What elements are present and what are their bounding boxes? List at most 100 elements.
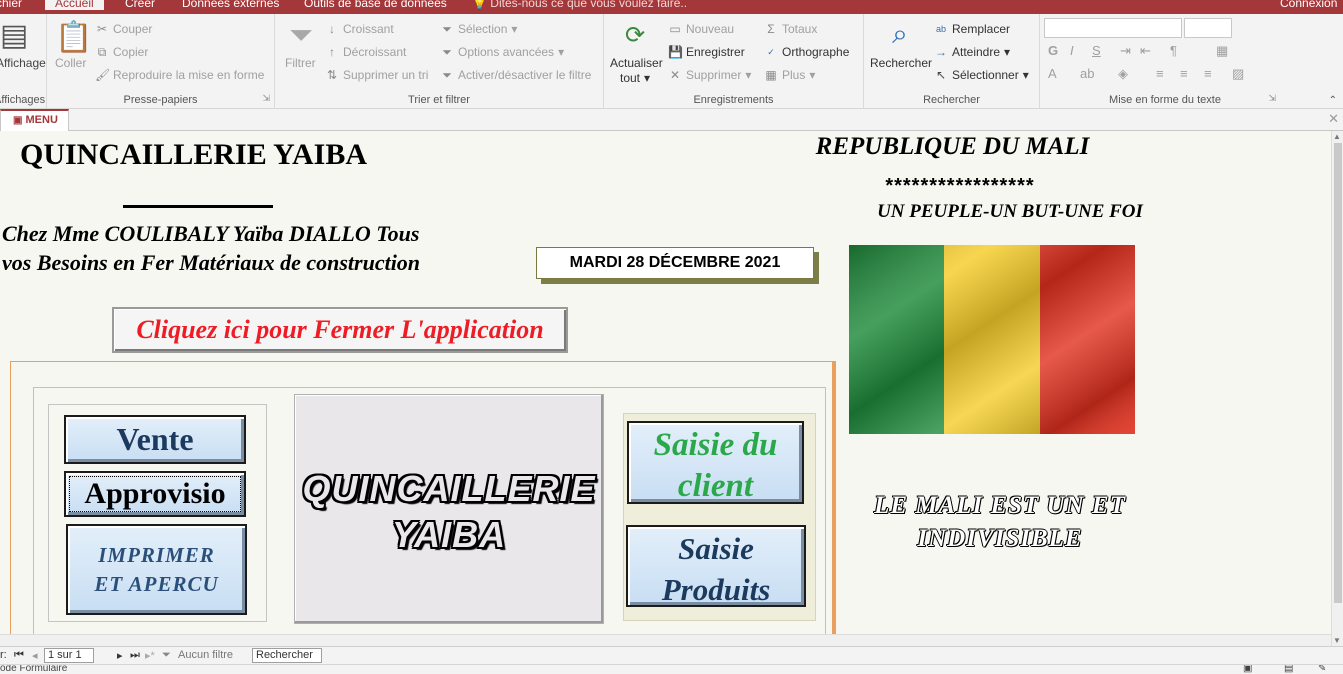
sigma-icon: Σ — [767, 22, 775, 36]
font-name-select[interactable] — [1044, 18, 1182, 38]
tab-menu-form[interactable]: ▣ MENU — [0, 109, 69, 131]
title-underline — [123, 205, 273, 208]
spelling-button[interactable]: ✓ Orthographe — [764, 45, 849, 59]
last-record-icon[interactable]: ⏭ — [130, 649, 140, 662]
italic-button[interactable]: I — [1070, 43, 1074, 58]
clipboard-launcher-icon[interactable]: ⇲ — [262, 93, 270, 104]
align-left-icon[interactable]: ≡ — [1156, 66, 1164, 81]
record-search-input[interactable]: Rechercher — [252, 648, 322, 663]
more-button[interactable]: ▦ Plus ▾ — [764, 68, 815, 82]
vertical-scrollbar[interactable]: ▲ ▼ — [1331, 131, 1343, 646]
refresh-all-button-line2[interactable]: tout ▾ — [620, 71, 650, 85]
paragraph-direction-icon[interactable]: ¶ — [1170, 43, 1177, 58]
indivisible-line-1: LE MALI EST UN ET — [874, 492, 1126, 519]
toggle-filter-button[interactable]: ⏷ Activer/désactiver le filtre — [440, 68, 591, 82]
tab-create[interactable]: Créer — [125, 0, 155, 10]
tab-database-tools[interactable]: Outils de base de données — [304, 0, 447, 10]
refresh-icon: ⟳ — [624, 22, 646, 49]
bold-button[interactable]: G — [1048, 43, 1058, 58]
replace-button[interactable]: ab Remplacer — [934, 22, 1010, 36]
sort-ascending-button[interactable]: ↓ Croissant — [325, 22, 394, 36]
highlight-icon[interactable]: ab — [1080, 66, 1094, 81]
new-record-nav-icon[interactable]: ▸* — [145, 649, 155, 662]
align-center-icon[interactable]: ≡ — [1180, 66, 1188, 81]
group-find-label: Rechercher — [923, 94, 980, 106]
layout-view-icon[interactable]: ▤ — [1284, 665, 1293, 674]
new-record-button[interactable]: ▭ Nouveau — [668, 22, 734, 36]
client-entry-button[interactable]: Saisie du client — [627, 421, 804, 504]
tab-file[interactable]: Fichier — [0, 0, 22, 10]
goto-label: Atteindre — [952, 45, 1001, 59]
national-motto: UN PEUPLE-UN BUT-UNE FOI — [877, 201, 1143, 222]
sort-descending-label: Décroissant — [343, 45, 407, 59]
delete-record-button[interactable]: ✕ Supprimer ▾ — [668, 68, 751, 82]
tab-home[interactable]: Accueil — [45, 0, 104, 10]
scroll-up-icon[interactable]: ▲ — [1333, 132, 1341, 141]
previous-record-icon[interactable]: ◂ — [32, 649, 38, 662]
copy-icon: ⧉ — [97, 45, 107, 59]
save-record-button[interactable]: 💾 Enregistrer — [668, 45, 745, 59]
supply-button[interactable]: Approvisio — [64, 471, 246, 517]
product-entry-button[interactable]: Saisie Produits — [626, 525, 806, 607]
mali-flag-image — [849, 245, 1135, 434]
close-application-button[interactable]: Cliquez ici pour Fermer L'application — [112, 307, 568, 353]
font-size-select[interactable] — [1184, 18, 1232, 38]
select-label: Sélectionner — [952, 68, 1019, 82]
no-filter-label[interactable]: Aucun filtre — [178, 649, 233, 661]
underline-button[interactable]: S — [1092, 43, 1101, 58]
copy-button[interactable]: ⧉ Copier — [95, 45, 149, 59]
select-dropdown[interactable]: ↖ Sélectionner ▾ — [934, 68, 1029, 82]
more-label: Plus — [782, 68, 806, 82]
republic-heading: REPUBLIQUE DU MALI — [815, 133, 1090, 160]
group-clipboard: 📋 Coller ✂ Couper ⧉ Copier 🖌 Reproduire la … — [47, 14, 275, 109]
gridlines-icon[interactable]: ▦ — [1216, 43, 1228, 59]
indent-increase-icon[interactable]: ⇥ — [1120, 43, 1131, 59]
selection-label: Sélection — [458, 22, 508, 36]
group-sort-filter-label: Trier et filtrer — [408, 94, 470, 106]
center-title: QUINCAILLERIE YAIBA — [294, 466, 604, 558]
remove-sort-button[interactable]: ⇅ Supprimer un tri — [325, 68, 428, 82]
fill-color-icon[interactable]: ◈ — [1118, 66, 1128, 82]
sort-descending-button[interactable]: ↑ Décroissant — [325, 45, 406, 59]
indent-decrease-icon[interactable]: ⇤ — [1140, 43, 1151, 59]
format-painter-button[interactable]: 🖌 Reproduire la mise en forme — [95, 68, 264, 82]
vertical-scroll-thumb[interactable] — [1334, 143, 1342, 603]
alternate-row-color-icon[interactable]: ▨ — [1232, 66, 1244, 82]
align-right-icon[interactable]: ≡ — [1204, 66, 1212, 81]
paste-button[interactable]: Coller — [55, 56, 86, 70]
refresh-all-button[interactable]: Actualiser — [610, 56, 663, 70]
selection-dropdown[interactable]: ⏷ Sélection ▾ — [440, 22, 517, 36]
text-formatting-launcher-icon[interactable]: ⇲ — [1268, 93, 1276, 104]
group-sort-filter: ⏷ Filtrer ↓ Croissant ↑ Décroissant ⇅ Suppr… — [275, 14, 604, 109]
sales-button[interactable]: Vente — [64, 415, 246, 464]
advanced-dropdown[interactable]: ⏷ Options avancées ▾ — [440, 45, 564, 59]
form-view-icon[interactable]: ▣ — [1243, 665, 1252, 674]
cut-button[interactable]: ✂ Couper — [95, 22, 152, 36]
sign-in-link[interactable]: Connexion — [1280, 0, 1337, 10]
first-record-icon[interactable]: ⏮ — [14, 649, 24, 662]
chevron-down-icon: ▾ — [644, 71, 651, 85]
chevron-down-icon: ▾ — [511, 22, 518, 36]
totals-button[interactable]: Σ Totaux — [764, 22, 817, 36]
filter-button[interactable]: Filtrer — [285, 56, 316, 70]
view-button[interactable]: Affichage — [0, 56, 46, 70]
tab-external-data[interactable]: Données externes — [182, 0, 279, 10]
goto-dropdown[interactable]: → Atteindre ▾ — [934, 45, 1010, 59]
delete-record-label: Supprimer — [686, 68, 742, 82]
ribbon-tab-bar: Fichier Accueil Créer Données externes O… — [0, 0, 1343, 14]
next-record-icon[interactable]: ▸ — [117, 649, 123, 662]
font-color-button[interactable]: A — [1048, 66, 1057, 81]
tell-me-text: Dites-nous ce que vous voulez faire.. — [490, 0, 688, 10]
horizontal-scrollbar[interactable] — [0, 634, 1331, 646]
no-filter-icon[interactable]: ⏷ — [162, 649, 171, 662]
tell-me-search[interactable]: 💡 Dites-nous ce que vous voulez faire.. — [472, 0, 687, 10]
collapse-ribbon-icon[interactable]: ⌃ — [1329, 95, 1337, 106]
group-records-label: Enregistrements — [693, 94, 774, 106]
group-find: ⌕ Rechercher ab Remplacer → Atteindre ▾ ↖ Sé… — [864, 14, 1040, 109]
record-position-input[interactable]: 1 sur 1 — [44, 648, 94, 663]
close-document-icon[interactable]: ✕ — [1328, 111, 1339, 127]
find-button[interactable]: Rechercher — [870, 56, 932, 70]
design-view-icon[interactable]: ✎ — [1318, 665, 1326, 674]
print-preview-button[interactable]: IMPRIMER ET APERCU — [66, 524, 247, 615]
scroll-down-icon[interactable]: ▼ — [1333, 636, 1341, 645]
